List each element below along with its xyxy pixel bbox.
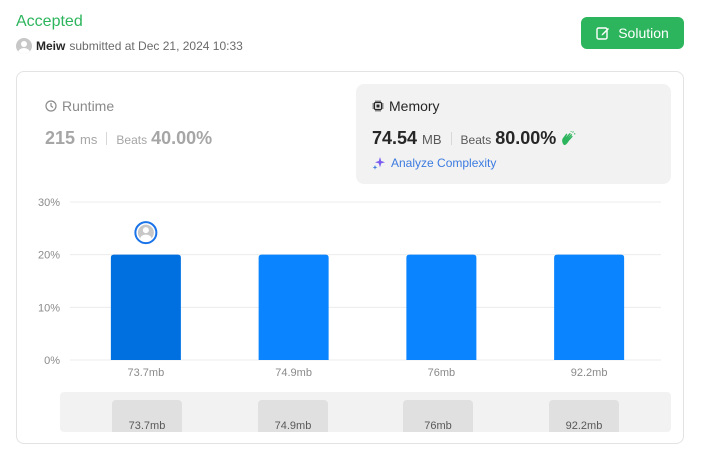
mini-bar: 74.9mb (258, 400, 328, 432)
username[interactable]: Meiw (36, 39, 65, 53)
divider (450, 132, 452, 145)
edit-icon (596, 27, 610, 40)
mini-bar-label: 74.9mb (274, 420, 312, 432)
divider (106, 132, 108, 145)
submitted-text: submitted at Dec 21, 2024 10:33 (69, 39, 243, 53)
chip-icon (372, 100, 384, 112)
runtime-unit: ms (80, 132, 98, 147)
memory-label: Memory (389, 98, 440, 114)
analyze-label: Analyze Complexity (391, 156, 497, 170)
clap-icon (562, 130, 576, 145)
mini-bar-label: 73.7mb (128, 420, 166, 432)
mini-bar-label: 92.2mb (565, 420, 603, 432)
runtime-metric: 215 ms Beats 40.00% (45, 128, 212, 149)
runtime-value: 215 (45, 128, 76, 148)
mini-bar: 73.7mb (112, 400, 182, 432)
memory-metric: 74.54 MB Beats 80.00% (372, 128, 576, 149)
memory-unit: MB (422, 132, 442, 147)
avatar[interactable] (16, 38, 32, 54)
memory-beats-value: 80.00% (495, 128, 557, 148)
runtime-title[interactable]: Runtime (45, 98, 114, 114)
runtime-label: Runtime (62, 98, 115, 114)
runtime-beats-value: 40.00% (151, 128, 213, 148)
submission-info: Meiw submitted at Dec 21, 2024 10:33 (16, 38, 243, 54)
analyze-complexity-link[interactable]: Analyze Complexity (372, 156, 496, 170)
memory-value: 74.54 (372, 128, 418, 148)
solution-label: Solution (618, 25, 669, 41)
mini-chart[interactable]: 73.7mb 74.9mb 76mb 92.2mb (60, 392, 671, 432)
mini-bar-label: 76mb (424, 420, 452, 432)
memory-beats-label: Beats (460, 133, 492, 147)
mini-bar: 76mb (403, 400, 473, 432)
clock-icon (45, 100, 57, 112)
solution-button[interactable]: Solution (581, 17, 684, 49)
memory-title: Memory (372, 98, 440, 114)
sparkle-icon (372, 157, 385, 170)
mini-bar: 92.2mb (549, 400, 619, 432)
status-text: Accepted (16, 13, 83, 30)
runtime-beats-label: Beats (116, 133, 148, 147)
